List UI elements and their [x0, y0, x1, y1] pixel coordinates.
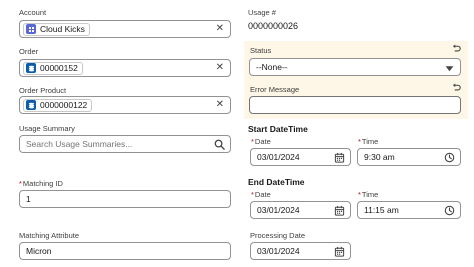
order-label: Order — [19, 47, 39, 56]
required-marker: * — [19, 179, 22, 188]
end-datetime-header: End DateTime — [248, 177, 305, 187]
clock-icon[interactable] — [444, 205, 455, 216]
chevron-down-icon[interactable] — [444, 63, 455, 74]
order-product-clear-icon[interactable]: ✕ — [216, 100, 224, 110]
end-time-input[interactable]: 11:15 am — [357, 201, 461, 219]
start-date-label-text: Date — [254, 137, 271, 146]
start-datetime-header: Start DateTime — [248, 124, 308, 134]
usage-summary-search-input[interactable]: Search Usage Summaries... — [19, 135, 231, 153]
required-marker: * — [358, 137, 361, 146]
undo-icon[interactable] — [452, 44, 461, 53]
usage-summary-label: Usage Summary — [19, 124, 75, 133]
account-pill[interactable]: Cloud Kicks — [23, 22, 90, 36]
required-marker: * — [251, 137, 254, 146]
order-field[interactable]: 00000152 ✕ — [19, 59, 231, 77]
order-product-label: Order Product — [19, 86, 67, 95]
status-select[interactable]: --None-- — [249, 58, 461, 76]
matching-id-label-text: Matching ID — [22, 179, 63, 188]
matching-attribute-label: Matching Attribute — [19, 231, 80, 240]
end-date-label: *Date — [251, 190, 271, 199]
matching-attribute-value: Micron — [26, 246, 52, 256]
order-product-value: 0000000122 — [40, 100, 88, 110]
required-marker: * — [251, 190, 254, 199]
start-time-label: *Time — [358, 137, 378, 146]
error-message-input[interactable] — [249, 96, 461, 114]
account-icon — [26, 24, 36, 34]
end-date-label-text: Date — [254, 190, 271, 199]
account-label: Account — [19, 8, 47, 17]
matching-id-label: *Matching ID — [19, 179, 63, 188]
order-product-pill[interactable]: 0000000122 — [23, 98, 93, 112]
status-label: Status — [250, 46, 272, 55]
calendar-icon[interactable] — [334, 205, 345, 216]
usage-number-label: Usage # — [248, 8, 276, 17]
error-message-label: Error Message — [250, 85, 300, 94]
order-value: 00000152 — [40, 63, 78, 73]
undo-icon[interactable] — [452, 83, 461, 92]
order-pill[interactable]: 00000152 — [23, 61, 83, 75]
account-value: Cloud Kicks — [40, 24, 85, 34]
clock-icon[interactable] — [444, 152, 455, 163]
required-marker: * — [358, 190, 361, 199]
start-time-label-text: Time — [361, 137, 379, 146]
end-date-input[interactable]: 03/01/2024 — [250, 201, 351, 219]
matching-id-input[interactable]: 1 — [19, 190, 231, 208]
account-clear-icon[interactable]: ✕ — [216, 24, 224, 34]
start-time-input[interactable]: 9:30 am — [357, 148, 461, 166]
usage-summary-placeholder: Search Usage Summaries... — [26, 139, 133, 149]
status-value: --None-- — [256, 62, 288, 72]
order-icon — [26, 100, 36, 110]
matching-attribute-input[interactable]: Micron — [19, 242, 231, 260]
order-icon — [26, 63, 36, 73]
order-product-field[interactable]: 0000000122 ✕ — [19, 96, 231, 114]
matching-id-value: 1 — [26, 194, 31, 204]
search-icon[interactable] — [214, 139, 225, 150]
end-time-label-text: Time — [361, 190, 379, 199]
start-date-label: *Date — [251, 137, 271, 146]
end-time-label: *Time — [358, 190, 378, 199]
processing-date-label: Processing Date — [250, 231, 306, 240]
processing-date-input[interactable]: 03/01/2024 — [250, 242, 351, 260]
usage-number-value: 0000000026 — [248, 21, 299, 31]
calendar-icon[interactable] — [334, 152, 345, 163]
account-field[interactable]: Cloud Kicks ✕ — [19, 20, 231, 38]
calendar-icon[interactable] — [334, 246, 345, 257]
start-date-input[interactable]: 03/01/2024 — [250, 148, 351, 166]
order-clear-icon[interactable]: ✕ — [216, 63, 224, 73]
